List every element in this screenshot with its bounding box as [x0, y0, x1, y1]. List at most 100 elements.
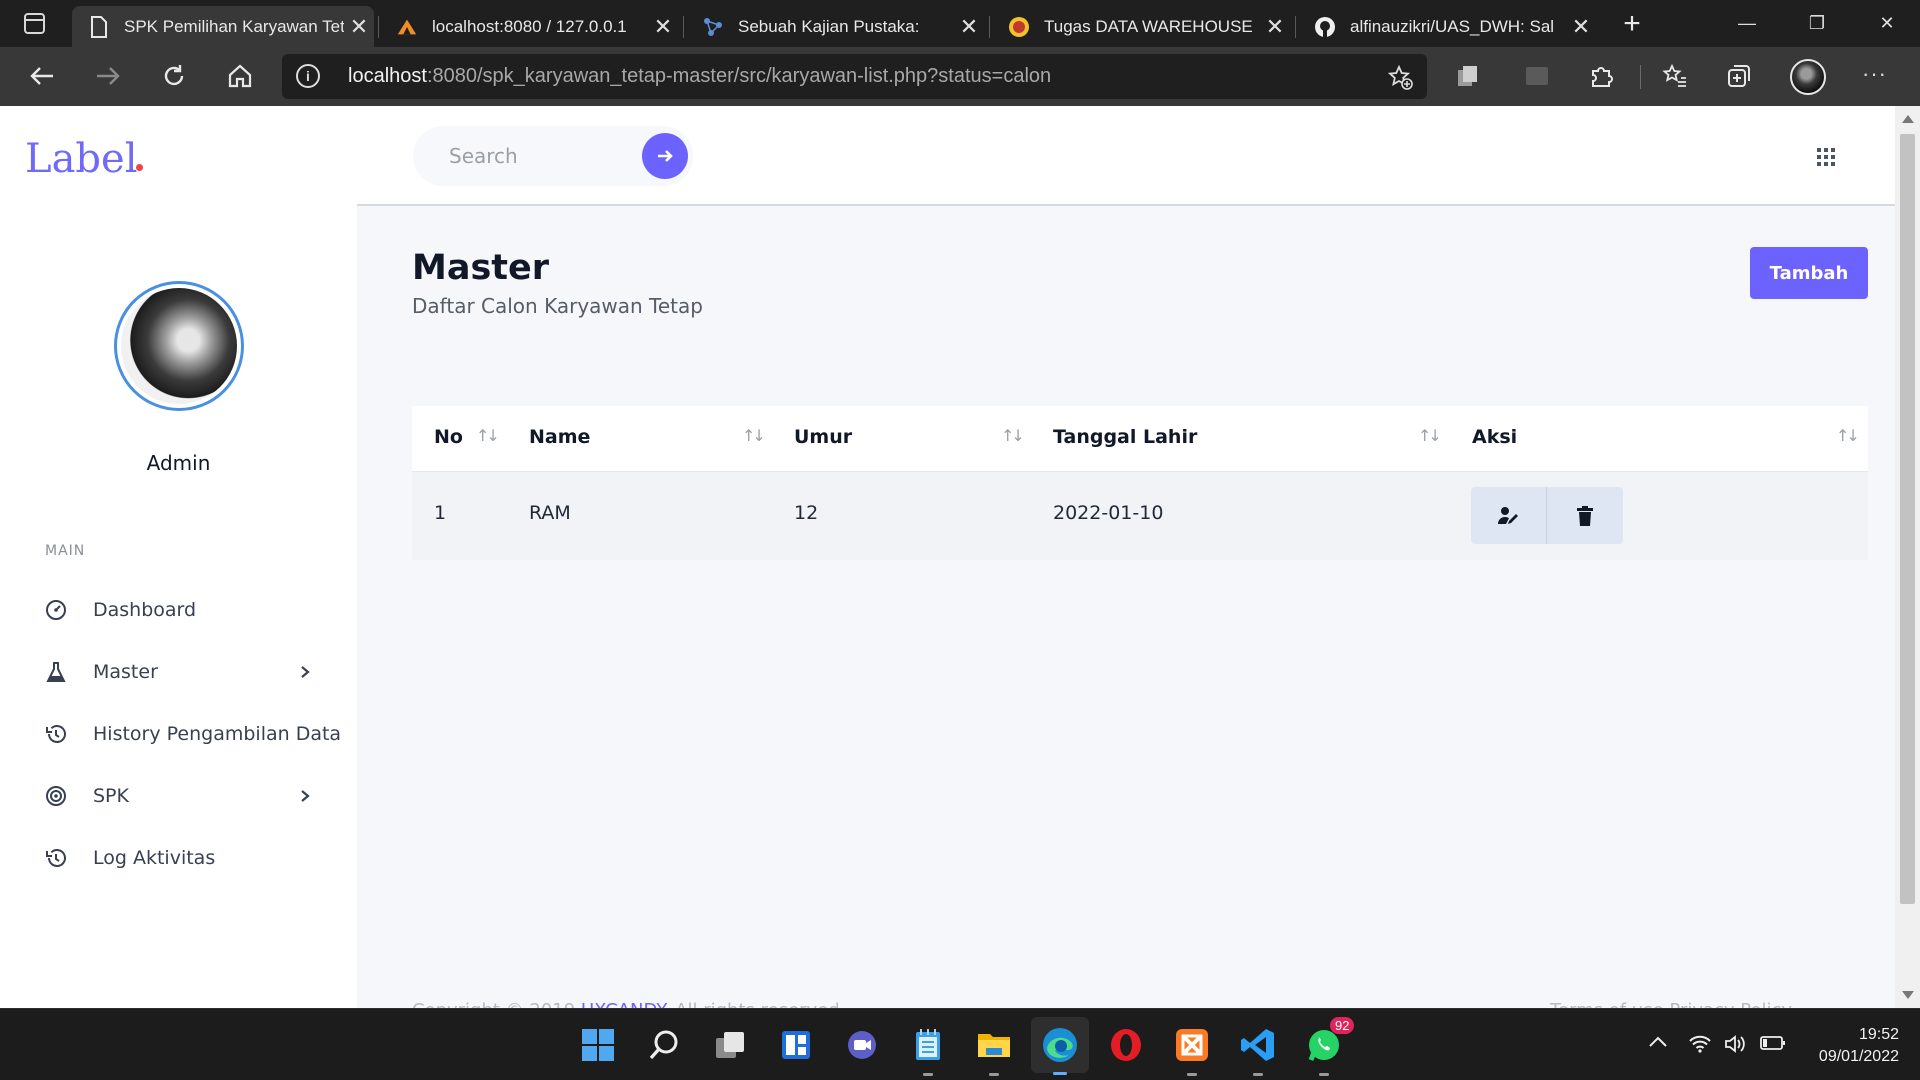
volume-icon[interactable]	[1724, 1035, 1746, 1058]
xampp-button[interactable]	[1170, 1023, 1214, 1076]
profile-avatar[interactable]	[1790, 59, 1826, 95]
widgets-icon	[782, 1031, 810, 1059]
battery-icon[interactable]	[1760, 1035, 1786, 1056]
add-button[interactable]: Tambah	[1750, 247, 1868, 299]
start-button[interactable]	[576, 1023, 620, 1067]
collections-icon[interactable]	[1726, 63, 1752, 89]
new-tab-button[interactable]: +	[1614, 6, 1650, 42]
sidebar-item-dashboard[interactable]: Dashboard	[45, 590, 345, 630]
sidebar: Label Admin MAIN Dashboard Master Histor…	[0, 106, 357, 1008]
wifi-icon[interactable]	[1689, 1035, 1711, 1058]
apps-grid-icon[interactable]	[1817, 148, 1835, 166]
close-window-button[interactable]: ✕	[1862, 8, 1912, 38]
opera-button[interactable]	[1104, 1023, 1148, 1067]
favorites-icon[interactable]	[1662, 63, 1688, 89]
scrollbar-thumb[interactable]	[1900, 134, 1915, 904]
sidebar-item-history[interactable]: History Pengambilan Data	[45, 714, 345, 754]
more-options-icon[interactable]: ···	[1862, 61, 1887, 87]
browser-tab-bar: SPK Pemilihan Karyawan Tetap ✕ localhost…	[0, 0, 1920, 47]
arrow-right-icon	[658, 150, 673, 162]
column-header-tanggal-lahir[interactable]: Tanggal Lahir	[1053, 426, 1197, 448]
tab-phpmyadmin[interactable]: localhost:8080 / 127.0.0.1 ✕	[380, 6, 678, 47]
sidebar-item-master[interactable]: Master	[45, 652, 345, 692]
document-icon	[88, 15, 110, 38]
home-button[interactable]	[219, 55, 261, 97]
collections-extension-icon[interactable]	[1455, 63, 1481, 89]
close-tab-icon[interactable]: ✕	[344, 14, 374, 40]
site-info-icon[interactable]: i	[296, 64, 320, 88]
address-bar[interactable]: i localhost:8080/spk_karyawan_tetap-mast…	[282, 54, 1427, 99]
notification-badge: 92	[1330, 1017, 1355, 1034]
system-clock[interactable]: 19:52 09/01/2022	[1805, 1024, 1899, 1068]
scroll-down-icon[interactable]	[1902, 991, 1914, 999]
minimize-button[interactable]: —	[1722, 8, 1772, 38]
scroll-up-icon[interactable]	[1902, 115, 1914, 123]
whatsapp-button[interactable]: 92	[1302, 1017, 1355, 1076]
task-view-icon	[716, 1032, 744, 1058]
tab-actions-icon[interactable]	[24, 13, 45, 34]
notepad-button[interactable]	[906, 1023, 950, 1076]
arrow-right-icon	[97, 67, 120, 85]
close-tab-icon[interactable]: ✕	[1566, 14, 1596, 40]
column-header-aksi[interactable]: Aksi	[1472, 426, 1517, 448]
tab-github[interactable]: alfinauzikri/UAS_DWH: Sal ✕	[1298, 6, 1596, 47]
tab-data-warehouse[interactable]: Tugas DATA WAREHOUSE ✕	[992, 6, 1290, 47]
sidebar-item-log-aktivitas[interactable]: Log Aktivitas	[45, 838, 345, 878]
show-hidden-icons-icon[interactable]	[1648, 1035, 1668, 1054]
tab-title: Sebuah Kajian Pustaka:	[738, 16, 920, 36]
reload-icon	[164, 65, 184, 86]
cell-no: 1	[434, 502, 447, 524]
edge-browser-button[interactable]	[1031, 1017, 1089, 1075]
reload-button[interactable]	[153, 55, 195, 97]
cell-umur: 12	[794, 502, 819, 524]
teams-chat-button[interactable]	[840, 1023, 884, 1067]
tab-kajian-pustaka[interactable]: Sebuah Kajian Pustaka: ✕	[686, 6, 984, 47]
widgets-button[interactable]	[774, 1023, 818, 1067]
sidebar-item-label: Dashboard	[93, 599, 197, 621]
github-icon	[1314, 16, 1336, 38]
user-avatar[interactable]	[114, 281, 244, 411]
vscode-button[interactable]	[1236, 1023, 1280, 1076]
university-icon	[1008, 16, 1030, 38]
sort-icon[interactable]: ↑↓	[1836, 426, 1860, 445]
vscode-icon	[1241, 1029, 1274, 1061]
page-scrollbar[interactable]	[1895, 106, 1920, 1008]
column-header-name[interactable]: Name	[529, 426, 590, 448]
column-header-umur[interactable]: Umur	[794, 426, 852, 448]
chat-icon	[848, 1031, 876, 1059]
extension-icon[interactable]	[1524, 63, 1550, 89]
sort-icon[interactable]: ↑↓	[1418, 426, 1442, 445]
clock-date: 09/01/2022	[1818, 1048, 1899, 1065]
sidebar-item-spk[interactable]: SPK	[45, 776, 345, 816]
dashboard-icon	[45, 599, 67, 621]
forward-button[interactable]	[87, 55, 129, 97]
taskbar-search-button[interactable]	[642, 1023, 686, 1067]
close-tab-icon[interactable]: ✕	[954, 14, 984, 40]
sort-icon[interactable]: ↑↓	[742, 426, 766, 445]
task-view-button[interactable]	[708, 1023, 752, 1067]
maximize-button[interactable]: ❐	[1792, 8, 1842, 38]
search-submit-button[interactable]	[642, 133, 688, 179]
tab-spk[interactable]: SPK Pemilihan Karyawan Tetap ✕	[72, 6, 374, 47]
tab-divider	[989, 16, 990, 38]
close-tab-icon[interactable]: ✕	[648, 14, 678, 40]
sort-icon[interactable]: ↑↓	[476, 426, 500, 445]
extensions-puzzle-icon[interactable]	[1588, 63, 1614, 89]
back-button[interactable]	[21, 55, 63, 97]
clock-time: 19:52	[1858, 1026, 1899, 1043]
close-tab-icon[interactable]: ✕	[1260, 14, 1290, 40]
cell-tanggal-lahir: 2022-01-10	[1053, 502, 1164, 524]
edit-button[interactable]	[1471, 487, 1547, 544]
add-favorite-icon[interactable]	[1387, 64, 1413, 90]
sort-icon[interactable]: ↑↓	[1001, 426, 1025, 445]
tab-title: SPK Pemilihan Karyawan Tetap	[124, 16, 344, 36]
search-input[interactable]	[413, 126, 633, 186]
app-logo[interactable]: Label	[25, 136, 137, 182]
delete-button[interactable]	[1547, 487, 1623, 544]
file-explorer-button[interactable]	[972, 1023, 1016, 1076]
history-icon	[45, 847, 67, 869]
xampp-icon	[1176, 1029, 1208, 1061]
toolbar-divider	[1640, 65, 1641, 89]
target-icon	[45, 785, 67, 807]
column-header-no[interactable]: No	[434, 426, 463, 448]
